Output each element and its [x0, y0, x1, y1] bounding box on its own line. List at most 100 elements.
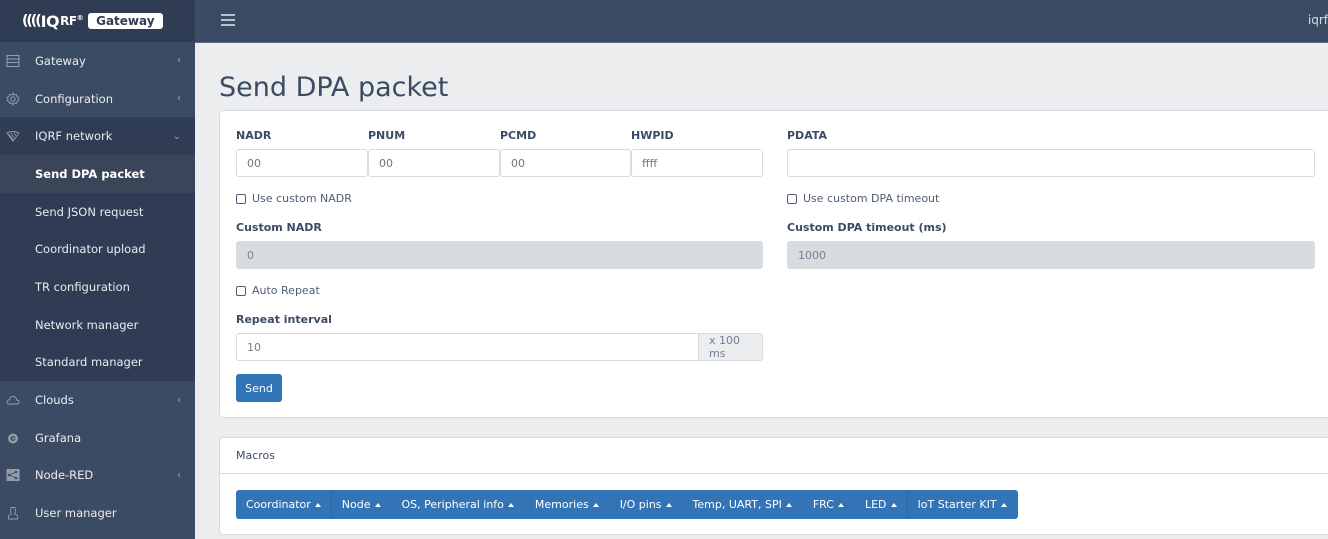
- macro-iot-starter-kit-dropdown[interactable]: IoT Starter KIT: [908, 490, 1018, 519]
- sidebar-subitem-label: Coordinator upload: [35, 242, 146, 257]
- repeat-interval-unit: x 100 ms: [698, 333, 763, 361]
- caret-up-icon: [592, 502, 599, 507]
- chevron-down-icon: ⌄: [172, 130, 181, 142]
- checkbox-box[interactable]: [787, 193, 797, 204]
- sidebar-item-clouds[interactable]: Clouds ‹: [0, 381, 195, 419]
- hwpid-input[interactable]: [631, 149, 763, 177]
- hamburger-menu-icon[interactable]: [221, 14, 235, 26]
- macro-io-pins-dropdown[interactable]: I/O pins: [610, 490, 683, 519]
- pcmd-input[interactable]: [500, 149, 631, 177]
- custom-nadr-label: Custom NADR: [236, 221, 322, 234]
- macro-os-peripheral-dropdown[interactable]: OS, Peripheral info: [392, 490, 525, 519]
- sidebar-subitem-coordinator-upload[interactable]: Coordinator upload: [0, 230, 195, 268]
- sidebar-subitem-label: Network manager: [35, 317, 139, 332]
- macros-header: Macros: [220, 438, 1328, 474]
- page-title: Send DPA packet: [219, 72, 449, 103]
- dropdown-label: OS, Peripheral info: [401, 498, 504, 511]
- user-menu[interactable]: iqrf: [1308, 13, 1328, 27]
- sidebar-subitem-label: Send JSON request: [35, 204, 144, 219]
- custom-nadr-input[interactable]: [236, 241, 763, 269]
- dropdown-label: IoT Starter KIT: [917, 498, 997, 511]
- repeat-interval-label: Repeat interval: [236, 313, 332, 326]
- macros-card: Macros Coordinator Node OS, Peripheral i…: [219, 437, 1328, 535]
- dpa-packet-form-card: NADR PNUM PCMD HWPID PDATA Use custom NA…: [219, 110, 1328, 418]
- pnum-label: PNUM: [368, 129, 406, 142]
- use-custom-timeout-checkbox[interactable]: Use custom DPA timeout: [787, 192, 939, 205]
- dropdown-label: Node: [341, 498, 371, 511]
- sidebar-item-label: Node-RED: [35, 468, 94, 483]
- macro-temp-uart-spi-dropdown[interactable]: Temp, UART, SPI: [683, 490, 803, 519]
- pdata-input[interactable]: [787, 149, 1315, 177]
- grafana-icon: [6, 431, 20, 445]
- caret-up-icon: [374, 502, 381, 507]
- send-button[interactable]: Send: [236, 374, 282, 402]
- chevron-left-icon: ‹: [177, 394, 181, 406]
- sidebar-item-node-red[interactable]: Node-RED ‹: [0, 457, 195, 495]
- sidebar-nav: Gateway ‹ Configuration ‹ IQRF network ⌄: [0, 42, 195, 156]
- gateway-badge: Gateway: [88, 13, 163, 29]
- sidebar-item-gateway[interactable]: Gateway ‹: [0, 42, 195, 80]
- sidebar-subitem-label: TR configuration: [35, 279, 130, 294]
- dropdown-label: FRC: [812, 498, 834, 511]
- caret-up-icon: [665, 502, 672, 507]
- sidebar-subitem-network-manager[interactable]: Network manager: [0, 306, 195, 344]
- caret-up-icon: [1000, 502, 1007, 507]
- auto-repeat-checkbox[interactable]: Auto Repeat: [236, 284, 320, 297]
- caret-up-icon: [785, 502, 792, 507]
- network-icon: [6, 129, 20, 143]
- sidebar-item-label: Grafana: [35, 430, 82, 445]
- sidebar-item-label: Clouds: [35, 393, 74, 408]
- checkbox-box[interactable]: [236, 193, 246, 204]
- iqrf-logo: ((((IQ RF®: [22, 11, 84, 31]
- sidebar-item-label: IQRF network: [35, 129, 113, 144]
- pnum-input[interactable]: [368, 149, 500, 177]
- top-header: iqrf: [195, 0, 1328, 43]
- checkbox-label: Use custom NADR: [252, 192, 352, 205]
- cloud-icon: [6, 393, 20, 407]
- custom-timeout-input[interactable]: [787, 241, 1315, 269]
- macro-led-dropdown[interactable]: LED: [855, 490, 908, 519]
- dropdown-label: LED: [864, 498, 887, 511]
- sidebar: ((((IQ RF® Gateway Gateway ‹ Configuratio…: [0, 0, 195, 539]
- use-custom-nadr-checkbox[interactable]: Use custom NADR: [236, 192, 352, 205]
- node-red-icon: [6, 468, 20, 482]
- sidebar-item-label: Configuration: [35, 91, 113, 106]
- sidebar-item-iqrf-network[interactable]: IQRF network ⌄: [0, 117, 195, 156]
- dropdown-label: I/O pins: [619, 498, 662, 511]
- checkbox-label: Auto Repeat: [252, 284, 320, 297]
- dropdown-label: Coordinator: [246, 498, 311, 511]
- dropdown-label: Memories: [534, 498, 589, 511]
- server-icon: [6, 54, 20, 68]
- sidebar-item-grafana[interactable]: Grafana: [0, 419, 195, 457]
- main-content: Send DPA packet NADR PNUM PCMD HWPID PDA…: [195, 44, 1328, 539]
- checkbox-box[interactable]: [236, 285, 246, 296]
- macro-coordinator-dropdown[interactable]: Coordinator: [236, 490, 332, 519]
- caret-up-icon: [507, 502, 514, 507]
- sidebar-subitem-tr-configuration[interactable]: TR configuration: [0, 268, 195, 306]
- checkbox-label: Use custom DPA timeout: [803, 192, 940, 205]
- sidebar-subitem-standard-manager[interactable]: Standard manager: [0, 344, 195, 382]
- macro-memories-dropdown[interactable]: Memories: [525, 490, 610, 519]
- sidebar-item-user-manager[interactable]: User manager: [0, 494, 195, 532]
- macro-frc-dropdown[interactable]: FRC: [803, 490, 855, 519]
- sidebar-subitem-send-dpa-packet[interactable]: Send DPA packet: [0, 155, 195, 193]
- nadr-input[interactable]: [236, 149, 368, 177]
- sidebar-item-configuration[interactable]: Configuration ‹: [0, 80, 195, 118]
- iqrf-network-subnav: Send DPA packet Send JSON request Coordi…: [0, 155, 195, 382]
- caret-up-icon: [890, 502, 897, 507]
- caret-up-icon: [837, 502, 844, 507]
- repeat-interval-input[interactable]: [236, 333, 699, 361]
- hwpid-label: HWPID: [631, 129, 674, 142]
- pdata-label: PDATA: [787, 129, 828, 142]
- chevron-left-icon: ‹: [177, 469, 181, 481]
- user-icon: [6, 506, 20, 520]
- macro-node-dropdown[interactable]: Node: [332, 490, 392, 519]
- sidebar-nav-lower: Clouds ‹ Grafana Node-RED ‹ User manager: [0, 381, 195, 532]
- brand[interactable]: ((((IQ RF® Gateway: [0, 0, 195, 42]
- sidebar-subitem-send-json-request[interactable]: Send JSON request: [0, 193, 195, 231]
- dropdown-label: Temp, UART, SPI: [692, 498, 782, 511]
- sidebar-subitem-label: Standard manager: [35, 355, 143, 370]
- chevron-left-icon: ‹: [177, 93, 181, 105]
- chevron-left-icon: ‹: [177, 55, 181, 67]
- macros-button-group: Coordinator Node OS, Peripheral info Mem…: [236, 490, 1018, 519]
